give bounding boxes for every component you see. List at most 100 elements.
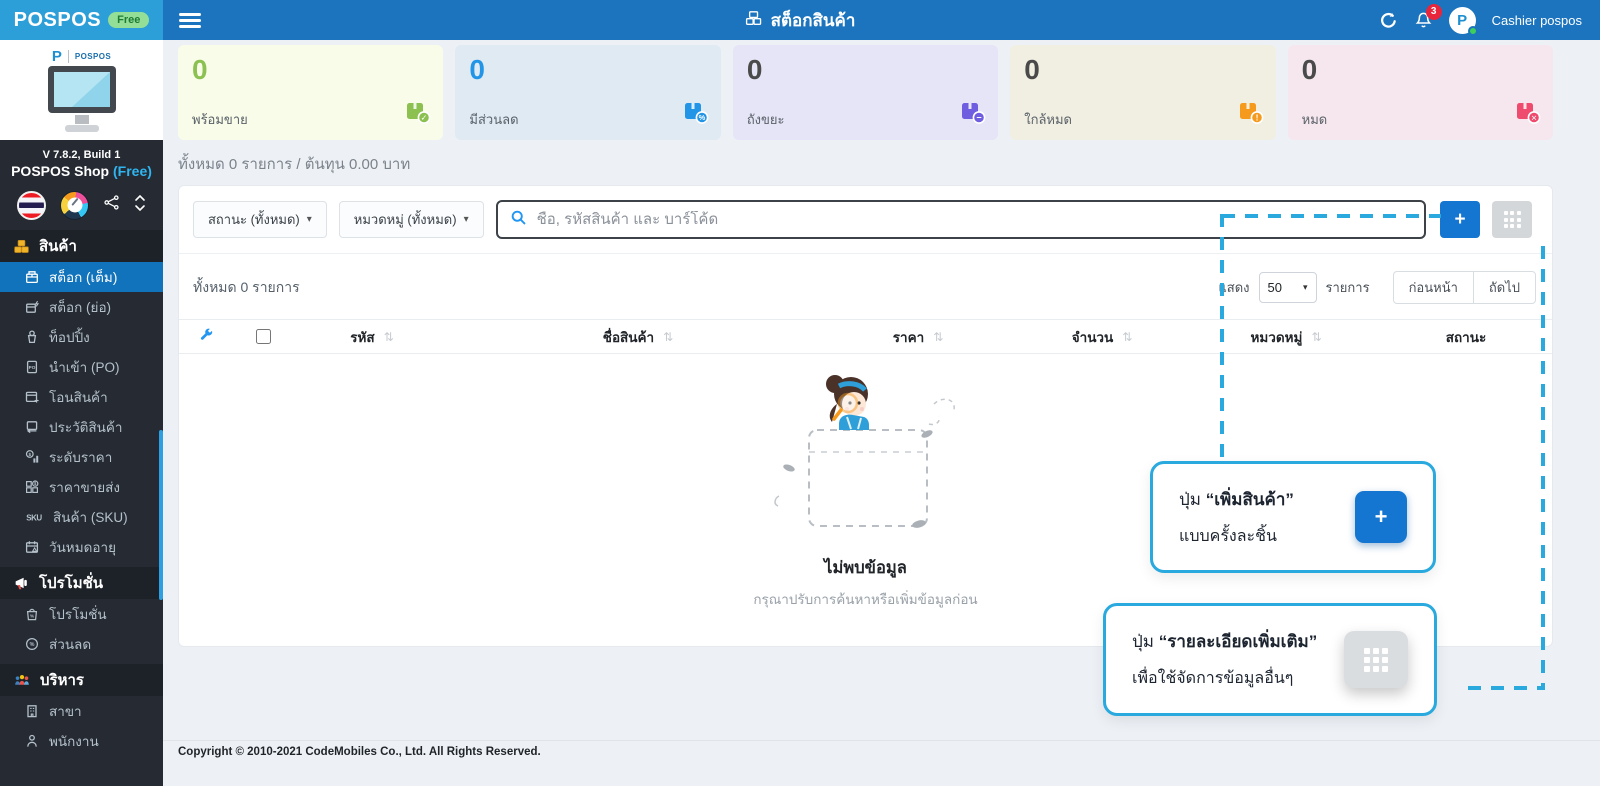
sidebar-item-label: โปรโมชั่น: [49, 603, 107, 625]
svg-text:%: %: [698, 113, 705, 122]
column-quantity[interactable]: จำนวน ⇅: [1012, 326, 1192, 348]
card-out-of-stock[interactable]: 0 หมด ✕: [1288, 45, 1553, 140]
unit-label: รายการ: [1326, 277, 1370, 298]
section-management[interactable]: บริหาร: [0, 664, 163, 696]
po-document-icon: PO: [24, 359, 40, 375]
sidebar-item-transfer[interactable]: โอนสินค้า: [0, 382, 163, 412]
sku-icon: SKU: [24, 509, 44, 525]
sidebar-item-staff[interactable]: พนักงาน: [0, 726, 163, 756]
sidebar-item-discount[interactable]: % ส่วนลด: [0, 629, 163, 659]
sidebar-item-label: ประวัติสินค้า: [49, 416, 123, 438]
dashed-connector-vertical-1: [1220, 214, 1224, 460]
sort-icon: ⇅: [384, 330, 394, 344]
column-product-name[interactable]: ชื่อสินค้า ⇅: [452, 326, 824, 348]
grid-icon: [1364, 648, 1388, 672]
column-tools[interactable]: [179, 328, 234, 346]
sidebar-item-topping[interactable]: ท็อปปิ้ง: [0, 322, 163, 352]
staff-person-icon: [24, 733, 40, 749]
version-text: V 7.8.2, Build 1: [0, 149, 163, 161]
share-network-icon[interactable]: [103, 194, 120, 216]
column-price[interactable]: ราคา ⇅: [824, 326, 1012, 348]
transfer-box-icon: [24, 389, 40, 405]
monitor-illustration: [36, 65, 128, 137]
add-product-button[interactable]: +: [1440, 201, 1480, 238]
per-page-select[interactable]: 50 ▾: [1259, 272, 1317, 303]
prev-page-button[interactable]: ก่อนหน้า: [1393, 271, 1474, 304]
sidebar-item-stock-short[interactable]: สต็อก (ย่อ): [0, 292, 163, 322]
svg-text:%: %: [30, 642, 35, 648]
sidebar-item-sku[interactable]: SKU สินค้า (SKU): [0, 502, 163, 532]
section-promotion[interactable]: โปรโมชั่น: [0, 567, 163, 599]
discount-percent-icon: %: [24, 636, 40, 652]
stock-short-icon: [24, 299, 40, 315]
callout-more-details: ปุ่ม “รายละเอียดเพิ่มเติม” เพื่อใช้จัดกา…: [1103, 603, 1437, 716]
column-select-all: [234, 329, 292, 344]
pagination: ก่อนหน้า ถัดไป: [1393, 271, 1536, 304]
footer-copyright: Copyright © 2010-2021 CodeMobiles Co., L…: [178, 746, 541, 758]
chevron-down-icon: ▾: [1303, 282, 1308, 293]
online-status-dot: [1468, 26, 1478, 36]
sidebar-item-branch[interactable]: สาขา: [0, 696, 163, 726]
thai-flag-icon[interactable]: [17, 191, 46, 220]
version-block: V 7.8.2, Build 1 POSPOS Shop (Free): [0, 140, 163, 179]
expiry-calendar-icon: [24, 539, 40, 555]
section-promotion-label: โปรโมชั่น: [39, 571, 103, 595]
card-trash[interactable]: 0 ถังขยะ −: [733, 45, 998, 140]
expand-collapse-icon[interactable]: [134, 193, 146, 218]
svg-text:%: %: [30, 613, 35, 619]
summary-line: ทั้งหมด 0 รายการ / ต้นทุน 0.00 บาท: [178, 152, 410, 176]
sidebar-item-label: ท็อปปิ้ง: [49, 326, 90, 348]
card-label: พร้อมขาย: [192, 109, 248, 130]
category-filter-dropdown[interactable]: หมวดหมู่ (ทั้งหมด) ▾: [339, 201, 484, 238]
mini-logo-p: P: [52, 48, 62, 65]
no-data-illustration: [751, 372, 981, 544]
callout-prefix: ปุ่ม: [1179, 490, 1206, 509]
next-page-button[interactable]: ถัดไป: [1473, 271, 1536, 304]
select-all-checkbox[interactable]: [256, 329, 271, 344]
sort-icon: ⇅: [1122, 330, 1132, 344]
sidebar-item-history[interactable]: ประวัติสินค้า: [0, 412, 163, 442]
sidebar-item-promotion[interactable]: % โปรโมชั่น: [0, 599, 163, 629]
sidebar-item-stock-full[interactable]: สต็อก (เต็ม): [0, 262, 163, 292]
sidebar-scrollbar[interactable]: [159, 430, 163, 600]
sort-icon: ⇅: [663, 330, 673, 344]
refresh-icon[interactable]: [1379, 11, 1398, 30]
section-products[interactable]: สินค้า: [0, 230, 163, 262]
svg-text:✓: ✓: [421, 113, 428, 122]
sidebar-item-import-po[interactable]: PO นำเข้า (PO): [0, 352, 163, 382]
avatar[interactable]: P: [1449, 7, 1476, 34]
dashboard-gauge-icon[interactable]: [60, 191, 89, 220]
section-management-label: บริหาร: [40, 668, 84, 692]
wholesale-price-icon: $: [24, 479, 40, 495]
topbar-right: 3 P Cashier pospos: [1379, 7, 1600, 34]
card-value: 0: [1302, 55, 1539, 86]
pospos-mini-logo: P POSPOS: [52, 48, 111, 65]
sidebar-logo-area: P POSPOS: [0, 40, 163, 140]
sidebar-item-label: ราคาขายส่ง: [49, 476, 120, 498]
column-code[interactable]: รหัส ⇅: [292, 326, 452, 348]
column-label: จำนวน: [1072, 326, 1114, 348]
chevron-down-icon: ▾: [307, 214, 312, 225]
sidebar-item-label: พนักงาน: [49, 730, 99, 752]
menu-toggle-icon[interactable]: [179, 10, 201, 31]
sidebar-item-wholesale[interactable]: $ ราคาขายส่ง: [0, 472, 163, 502]
notifications-bell-icon[interactable]: 3: [1414, 11, 1433, 30]
svg-text:!: !: [1255, 113, 1258, 123]
card-low-stock[interactable]: 0 ใกล้หมด !: [1010, 45, 1275, 140]
status-filter-label: สถานะ (ทั้งหมด): [208, 209, 300, 230]
stat-cards-row: 0 พร้อมขาย ✓ 0 มีส่วนลด % 0 ถังขยะ − 0 ใ…: [178, 45, 1553, 140]
card-ready-to-sell[interactable]: 0 พร้อมขาย ✓: [178, 45, 443, 140]
sidebar-item-label: ส่วนลด: [49, 633, 91, 655]
chevron-down-icon: ▾: [464, 214, 469, 225]
user-name: Cashier pospos: [1492, 13, 1582, 28]
card-discounted[interactable]: 0 มีส่วนลด %: [455, 45, 720, 140]
dashed-connector-vertical-2: [1541, 246, 1545, 690]
status-filter-dropdown[interactable]: สถานะ (ทั้งหมด) ▾: [193, 201, 327, 238]
sidebar-item-expiry[interactable]: วันหมดอายุ: [0, 532, 163, 562]
sidebar-item-price-level[interactable]: $ ระดับราคา: [0, 442, 163, 472]
category-filter-label: หมวดหมู่ (ทั้งหมด): [354, 209, 457, 230]
callout-description: เพื่อใช้จัดการข้อมูลอื่นๆ: [1132, 666, 1317, 691]
plus-icon: +: [1375, 504, 1388, 530]
column-status[interactable]: สถานะ: [1380, 326, 1552, 348]
more-details-button[interactable]: [1492, 201, 1532, 238]
